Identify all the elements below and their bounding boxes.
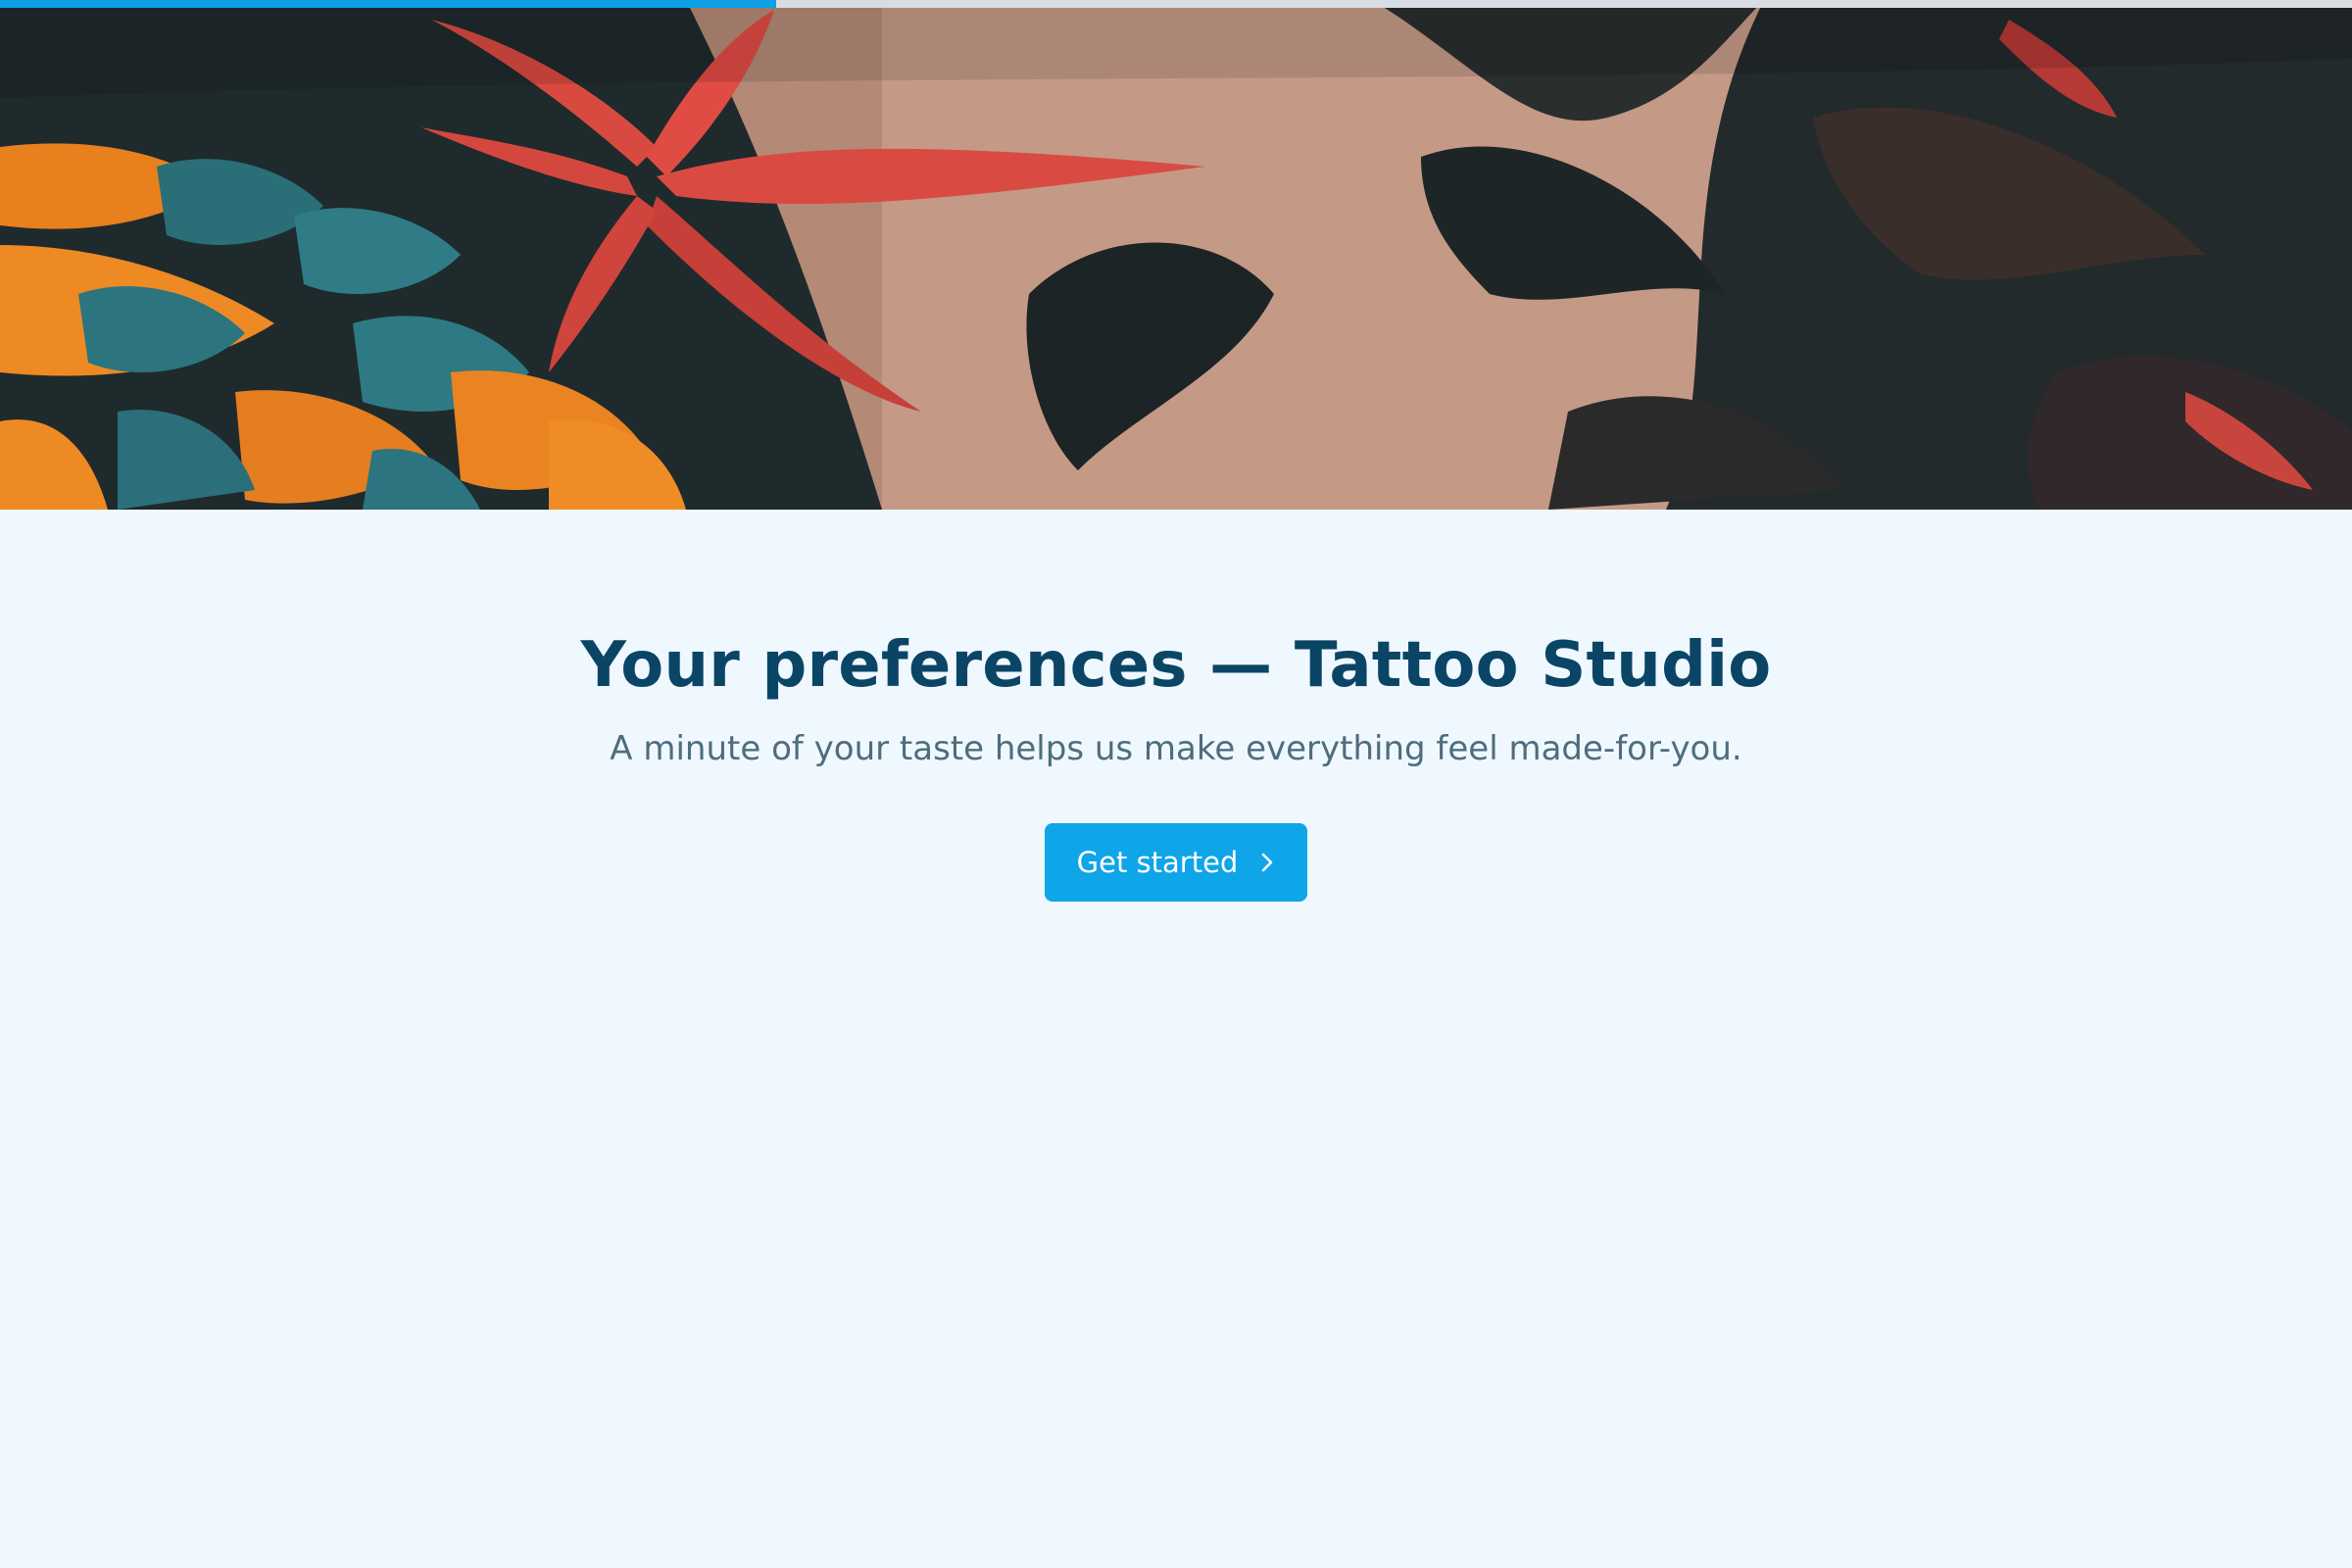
progress-bar xyxy=(0,0,2352,8)
page-title: Your preferences — Tattoo Studio xyxy=(580,629,1772,702)
chevron-right-icon xyxy=(1259,851,1275,874)
onboarding-page: Your preferences — Tattoo Studio A minut… xyxy=(0,0,2352,1568)
page-subtitle: A minute of your taste helps us make eve… xyxy=(610,729,1742,768)
hero-image xyxy=(0,0,2352,510)
get-started-button[interactable]: Get started xyxy=(1045,823,1307,902)
get-started-label: Get started xyxy=(1076,846,1239,879)
progress-bar-fill xyxy=(0,0,776,8)
tattoo-photo-illustration xyxy=(0,0,2352,510)
